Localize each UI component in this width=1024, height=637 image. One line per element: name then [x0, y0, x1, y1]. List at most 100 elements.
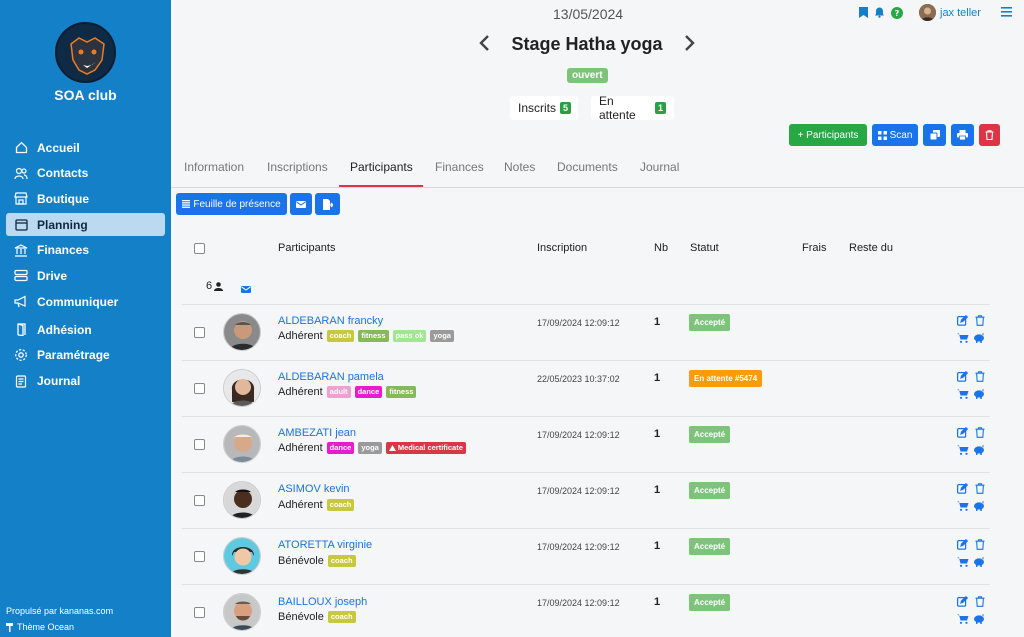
tab-journal[interactable]: Journal [640, 160, 679, 174]
tag-dance: dance [326, 442, 355, 454]
piggy-bank-icon[interactable] [973, 332, 985, 346]
participant-name[interactable]: BAILLOUX joseph [278, 596, 367, 608]
trash-icon[interactable] [975, 539, 985, 553]
tab-notes[interactable]: Notes [504, 160, 535, 174]
edit-icon[interactable] [957, 538, 969, 553]
attendance-sheet-button[interactable]: Feuille de présence [176, 193, 287, 215]
user-avatar[interactable] [919, 4, 936, 21]
participant-role: Adhérent adult dance fitness [278, 386, 417, 398]
piggy-bank-icon[interactable] [973, 556, 985, 570]
trash-icon[interactable] [975, 596, 985, 610]
status-badge[interactable]: Accepté [689, 482, 731, 499]
sidebar-item-accueil[interactable]: Accueil [6, 136, 165, 159]
trash-icon[interactable] [975, 483, 985, 497]
email-participants-button[interactable] [290, 193, 312, 215]
avatar[interactable] [223, 481, 261, 519]
export-button[interactable] [315, 193, 340, 215]
avatar[interactable] [223, 369, 261, 407]
col-header-statut[interactable]: Statut [690, 242, 719, 254]
avatar[interactable] [223, 425, 261, 463]
tab-documents[interactable]: Documents [557, 160, 618, 174]
delete-event-button[interactable] [979, 124, 1000, 146]
row-checkbox[interactable] [194, 607, 205, 618]
participant-name[interactable]: ATORETTA virginie [278, 539, 372, 551]
select-all-checkbox[interactable] [194, 243, 205, 254]
attente-counter[interactable]: En attente 1 [591, 94, 674, 122]
participant-name[interactable]: AMBEZATI jean [278, 427, 356, 439]
club-logo[interactable] [55, 22, 116, 83]
edit-icon[interactable] [957, 482, 969, 497]
piggy-bank-icon[interactable] [973, 388, 985, 402]
trash-icon[interactable] [975, 427, 985, 441]
edit-icon[interactable] [957, 595, 969, 610]
edit-icon[interactable] [957, 426, 969, 441]
cart-icon[interactable] [957, 613, 969, 627]
cart-icon[interactable] [957, 332, 969, 346]
row-checkbox[interactable] [194, 551, 205, 562]
menu-icon[interactable] [1001, 6, 1012, 20]
trash-icon[interactable] [975, 371, 985, 385]
col-header-nb[interactable]: Nb [654, 242, 668, 254]
tab-inscriptions[interactable]: Inscriptions [267, 160, 328, 174]
prev-event-icon[interactable] [478, 34, 490, 55]
col-header-reste-du[interactable]: Reste du [849, 242, 893, 254]
participant-name[interactable]: ASIMOV kevin [278, 483, 350, 495]
trash-icon[interactable] [975, 315, 985, 329]
participant-name[interactable]: ALDEBARAN pamela [278, 371, 384, 383]
row-separator [182, 304, 990, 305]
status-badge[interactable]: Accepté [689, 314, 731, 331]
cart-icon[interactable] [957, 388, 969, 402]
row-checkbox[interactable] [194, 439, 205, 450]
user-icon [214, 281, 224, 291]
next-event-icon[interactable] [684, 34, 696, 55]
add-participants-button[interactable]: + Participants [789, 124, 867, 146]
cart-icon[interactable] [957, 556, 969, 570]
edit-icon[interactable] [957, 370, 969, 385]
theme-switch[interactable]: Thème Ocean [6, 619, 113, 635]
avatar[interactable] [223, 593, 261, 631]
scan-button[interactable]: Scan [872, 124, 918, 146]
status-badge[interactable]: En attente #5474 [689, 370, 763, 387]
avatar[interactable] [223, 313, 261, 351]
edit-icon[interactable] [957, 314, 969, 329]
status-badge[interactable]: Accepté [689, 594, 731, 611]
avatar[interactable] [223, 537, 261, 575]
print-button[interactable] [951, 124, 974, 146]
cart-icon[interactable] [957, 444, 969, 458]
col-header-frais[interactable]: Frais [802, 242, 826, 254]
col-header-inscription[interactable]: Inscription [537, 242, 587, 254]
tab-information[interactable]: Information [184, 160, 244, 174]
sidebar-item-finances[interactable]: Finances [6, 239, 165, 262]
status-badge[interactable]: Accepté [689, 538, 731, 555]
participant-name[interactable]: ALDEBARAN francky [278, 315, 383, 327]
bell-icon[interactable] [874, 7, 885, 18]
piggy-bank-icon[interactable] [973, 613, 985, 627]
row-checkbox[interactable] [194, 327, 205, 338]
row-checkbox[interactable] [194, 383, 205, 394]
sidebar-item-planning[interactable]: Planning [6, 213, 165, 237]
sidebar-item-parametrage[interactable]: Paramétrage [6, 344, 165, 367]
bookmark-icon[interactable] [859, 7, 868, 18]
status-badge[interactable]: Accepté [689, 426, 731, 443]
tab-participants[interactable]: Participants [350, 160, 413, 174]
sidebar-item-contacts[interactable]: Contacts [6, 162, 165, 185]
cart-icon[interactable] [957, 500, 969, 514]
row-separator [182, 472, 990, 473]
duplicate-button[interactable] [923, 124, 946, 146]
piggy-bank-icon[interactable] [973, 444, 985, 458]
email-all-icon[interactable] [241, 282, 251, 296]
inscription-date: 22/05/2023 10:37:02 [537, 374, 620, 384]
inscrits-counter[interactable]: Inscrits 5 [510, 96, 578, 120]
col-header-participants[interactable]: Participants [278, 242, 335, 254]
row-checkbox[interactable] [194, 495, 205, 506]
sidebar-item-communiquer[interactable]: Communiquer [6, 290, 165, 313]
sidebar-item-drive[interactable]: Drive [6, 264, 165, 287]
user-name[interactable]: jax teller [940, 7, 981, 19]
sidebar-item-boutique[interactable]: Boutique [6, 187, 165, 210]
piggy-bank-icon[interactable] [973, 500, 985, 514]
help-icon[interactable]: ? [891, 6, 903, 19]
sidebar-item-journal[interactable]: Journal [6, 370, 165, 393]
tab-finances[interactable]: Finances [435, 160, 484, 174]
sidebar-item-adhesion[interactable]: Adhésion [6, 318, 165, 341]
powered-by-link[interactable]: Propulsé par kananas.com [6, 603, 113, 619]
